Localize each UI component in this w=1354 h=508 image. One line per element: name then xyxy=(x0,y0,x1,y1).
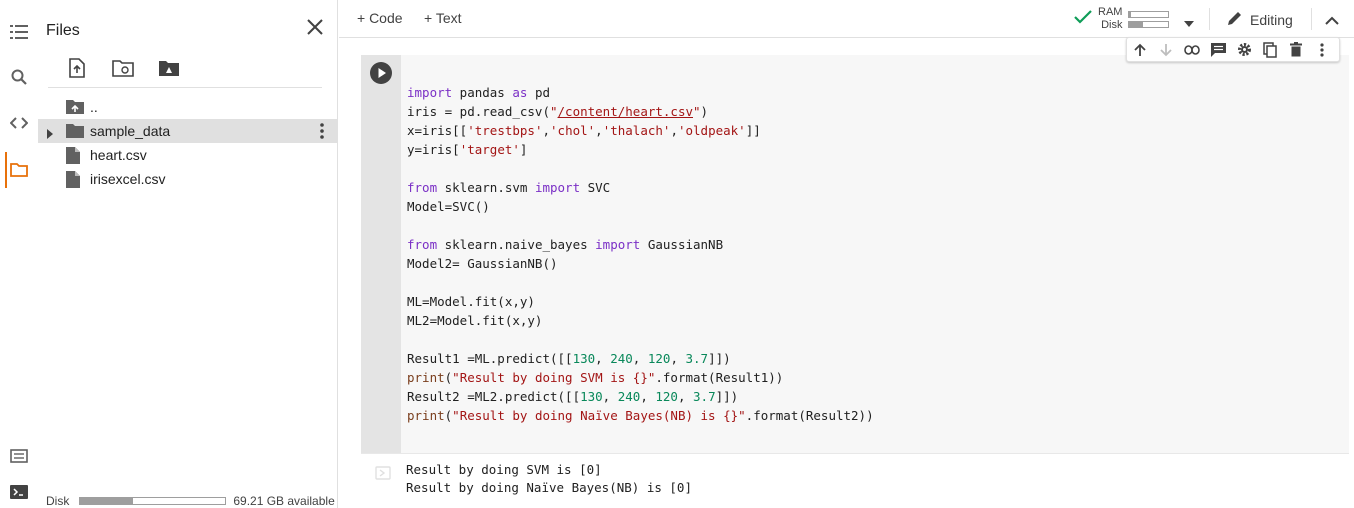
tree-item-irisexcel-csv[interactable]: irisexcel.csv xyxy=(38,167,337,191)
ram-bar xyxy=(1128,10,1170,18)
mount-drive-icon[interactable] xyxy=(152,56,186,80)
output-icon[interactable] xyxy=(375,466,391,485)
tree-item-parent[interactable]: .. xyxy=(38,95,337,119)
resource-bars xyxy=(1128,8,1170,31)
arrow-down-icon[interactable] xyxy=(1153,39,1179,61)
code-line[interactable] xyxy=(407,159,874,178)
code-snippets-icon[interactable] xyxy=(0,108,38,138)
delete-icon[interactable] xyxy=(1283,39,1309,61)
disk-label: Disk xyxy=(1101,19,1123,31)
mirror-cell-icon[interactable] xyxy=(1257,39,1283,61)
resources-indicator[interactable]: RAM Disk xyxy=(1074,6,1170,32)
comment-icon[interactable] xyxy=(1205,39,1231,61)
output-text: Result by doing SVM is [0] Result by doin… xyxy=(406,461,692,497)
code-line[interactable] xyxy=(407,273,874,292)
code-line[interactable]: x=iris[['trestbps','chol','thalach','old… xyxy=(407,121,874,140)
files-toolbar xyxy=(60,56,186,80)
tree-item-heart-csv[interactable]: heart.csv xyxy=(38,143,337,167)
code-line[interactable] xyxy=(407,330,874,349)
code-line[interactable]: import pandas as pd xyxy=(407,83,874,102)
tree-item-label: sample_data xyxy=(90,123,171,139)
run-cell-button[interactable] xyxy=(370,62,392,84)
chevron-up-icon[interactable] xyxy=(1325,12,1339,30)
file-icon xyxy=(66,171,80,191)
output-line: Result by doing SVM is [0] xyxy=(406,462,602,477)
output-line: Result by doing Naïve Bayes(NB) is [0] xyxy=(406,480,692,495)
pencil-icon xyxy=(1227,10,1243,29)
cell-toolbar xyxy=(1126,37,1340,62)
refresh-folder-icon[interactable] xyxy=(106,56,140,80)
divider xyxy=(48,87,322,88)
upload-folder-icon xyxy=(66,99,84,117)
code-line[interactable]: y=iris['target'] xyxy=(407,140,874,159)
disk-usage-bar xyxy=(79,497,227,505)
table-of-contents-icon[interactable] xyxy=(0,17,38,47)
arrow-up-icon[interactable] xyxy=(1127,39,1153,61)
disk-usage: Disk 69.21 GB available xyxy=(46,494,335,508)
code-line[interactable]: from sklearn.naive_bayes import Gaussian… xyxy=(407,235,874,254)
close-icon[interactable] xyxy=(304,16,326,38)
left-rail xyxy=(0,0,38,508)
ram-label: RAM xyxy=(1098,6,1123,18)
gear-icon[interactable] xyxy=(1231,39,1257,61)
editing-button[interactable]: Editing xyxy=(1227,10,1293,29)
add-code-button[interactable]: + Code xyxy=(357,10,403,26)
resources-dropdown-icon[interactable] xyxy=(1184,14,1194,32)
files-folder-icon[interactable] xyxy=(0,152,38,188)
cell-gutter xyxy=(361,55,401,453)
code-line[interactable]: print("Result by doing SVM is {}".format… xyxy=(407,368,874,387)
code-line[interactable]: Model=SVC() xyxy=(407,197,874,216)
command-palette-icon[interactable] xyxy=(0,441,38,471)
toolbar-separator xyxy=(1209,8,1210,30)
code-line[interactable]: iris = pd.read_csv("/content/heart.csv") xyxy=(407,102,874,121)
disk-bar-fill xyxy=(1129,21,1144,27)
file-icon xyxy=(66,147,80,167)
code-editor[interactable]: import pandas as pd iris = pd.read_csv("/… xyxy=(407,83,874,425)
terminal-icon[interactable] xyxy=(0,477,38,507)
search-icon[interactable] xyxy=(0,62,38,92)
cell-output: Result by doing SVM is [0] Result by doin… xyxy=(361,453,1349,505)
colab-window: Files .. sample_data heart.csv irisexcel… xyxy=(0,0,1354,508)
upload-file-icon[interactable] xyxy=(60,56,94,80)
code-line[interactable]: from sklearn.svm import SVC xyxy=(407,178,874,197)
file-tree: .. sample_data heart.csv irisexcel.csv xyxy=(38,95,337,191)
disk-label: Disk xyxy=(46,494,70,508)
resource-labels: RAM Disk xyxy=(1098,6,1122,32)
code-line[interactable]: print("Result by doing Naïve Bayes(NB) i… xyxy=(407,406,874,425)
link-icon[interactable] xyxy=(1179,39,1205,61)
disk-bar xyxy=(1128,20,1170,28)
expand-arrow-icon[interactable] xyxy=(46,126,54,142)
folder-icon xyxy=(66,123,84,141)
files-panel: Files .. sample_data heart.csv irisexcel… xyxy=(38,0,338,508)
check-icon xyxy=(1074,9,1092,29)
code-line[interactable] xyxy=(407,216,874,235)
code-line[interactable]: Model2= GaussianNB() xyxy=(407,254,874,273)
notebook-toolbar: + Code + Text RAM Disk Editing xyxy=(339,0,1354,38)
disk-usage-fill xyxy=(80,498,133,504)
tree-item-label: irisexcel.csv xyxy=(90,171,166,187)
editing-label: Editing xyxy=(1250,11,1293,28)
toolbar-separator xyxy=(1311,8,1312,30)
more-vert-icon[interactable] xyxy=(1309,39,1335,61)
tree-item-label: .. xyxy=(90,99,98,115)
code-line[interactable]: ML=Model.fit(x,y) xyxy=(407,292,874,311)
more-vert-icon[interactable] xyxy=(320,123,324,142)
code-line[interactable]: Result2 =ML2.predict([[130, 240, 120, 3.… xyxy=(407,387,874,406)
tree-item-label: heart.csv xyxy=(90,147,147,163)
tree-item-sample-data[interactable]: sample_data xyxy=(38,119,337,143)
disk-available: 69.21 GB available xyxy=(233,494,335,508)
files-panel-title: Files xyxy=(46,22,80,39)
code-cell[interactable]: import pandas as pd iris = pd.read_csv("/… xyxy=(361,55,1349,505)
code-line[interactable]: Result1 =ML.predict([[130, 240, 120, 3.7… xyxy=(407,349,874,368)
code-line[interactable]: ML2=Model.fit(x,y) xyxy=(407,311,874,330)
ram-bar-fill xyxy=(1129,11,1132,17)
play-icon xyxy=(378,68,386,78)
add-text-button[interactable]: + Text xyxy=(424,10,462,26)
